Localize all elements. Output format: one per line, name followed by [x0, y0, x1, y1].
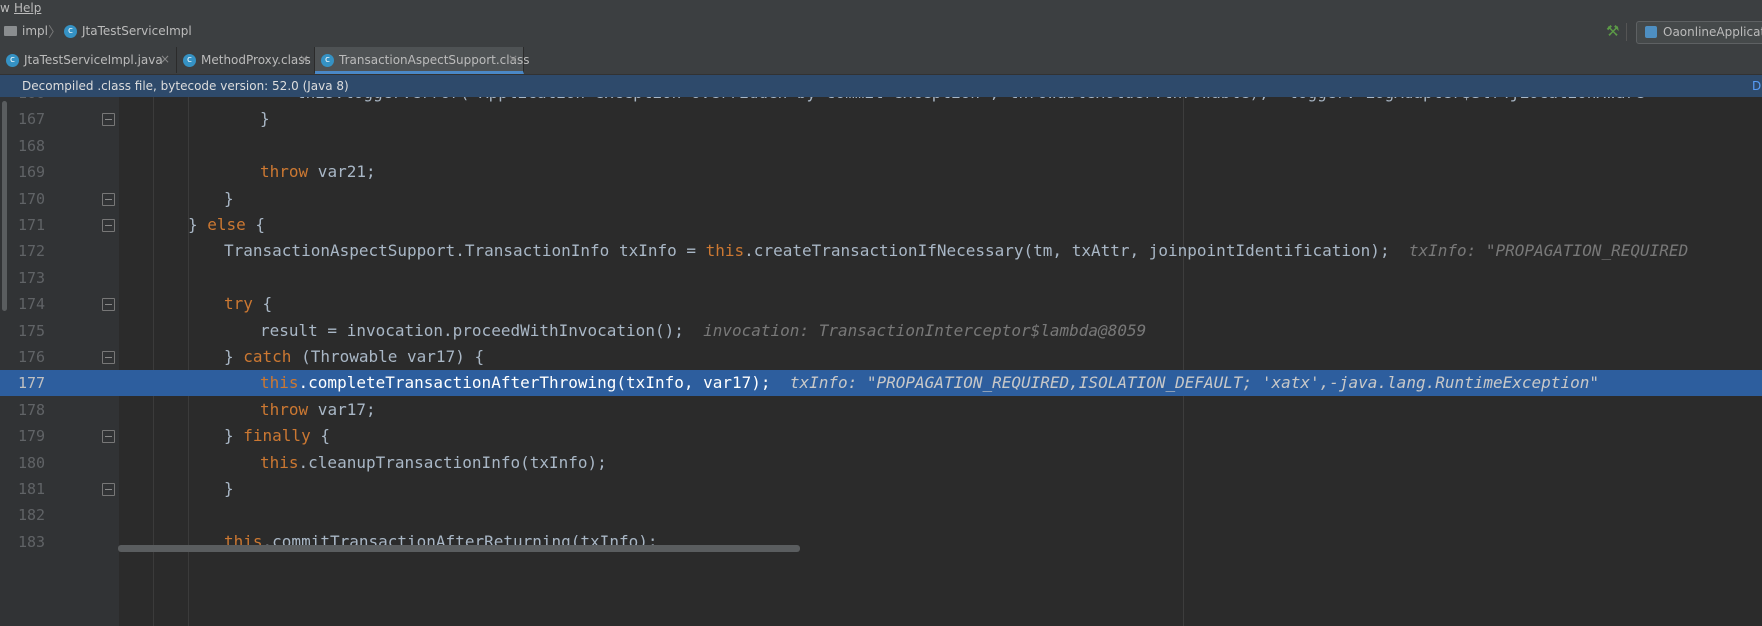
tab-label: TransactionAspectSupport.class [339, 53, 530, 67]
keyword: try [224, 294, 253, 314]
line-number: 179 [18, 427, 46, 446]
code-line[interactable]: 171 } else { [0, 212, 1762, 238]
fold-marker-icon[interactable] [102, 298, 115, 312]
code-line[interactable]: 176 } catch (Throwable var17) { [0, 344, 1762, 370]
breadcrumb-separator-icon: 〉 [48, 25, 62, 41]
fold-marker-icon[interactable] [102, 219, 115, 232]
line-number: 178 [18, 400, 46, 419]
keyword: this [260, 373, 299, 393]
line-number: 182 [18, 506, 46, 525]
code-text: throw var21; [260, 162, 376, 182]
line-number: 167 [18, 110, 46, 129]
line-number: 180 [18, 453, 46, 472]
close-icon[interactable]: × [160, 52, 170, 66]
code-text: this.logger.error("Application exception… [296, 97, 1645, 102]
keyword: throw [260, 162, 309, 182]
code-line[interactable]: 166 this.logger.error("Application except… [0, 97, 1762, 106]
line-number: 183 [18, 532, 46, 551]
tab-methodproxy[interactable]: c MethodProxy.class × [177, 47, 315, 73]
line-number: 172 [18, 242, 46, 261]
fold-marker-icon[interactable] [102, 430, 115, 444]
code-line[interactable]: 181} [0, 476, 1762, 502]
line-number: 171 [18, 216, 46, 234]
line-number: 173 [18, 268, 46, 287]
class-icon: c [64, 25, 77, 38]
banner-link[interactable]: D [1752, 79, 1761, 93]
inline-debug-value: invocation: TransactionInterceptor$lambd… [683, 320, 1147, 340]
menu-bar: w Help [0, 0, 1762, 17]
banner-text: Decompiled .class file, bytecode version… [22, 79, 349, 93]
keyword: this [705, 241, 745, 261]
code-text: } [224, 188, 234, 208]
fold-marker-icon[interactable] [102, 113, 115, 127]
line-number: 174 [18, 295, 46, 314]
fold-marker-icon[interactable] [102, 351, 115, 364]
code-text: throw var17; [260, 399, 376, 419]
breadcrumb-class[interactable]: JtaTestServiceImpl [82, 24, 192, 38]
code-text: this.completeTransactionAfterThrowing(tx… [260, 373, 1599, 393]
class-icon: c [321, 54, 334, 67]
menu-item-help[interactable]: Help [14, 1, 41, 15]
keyword: this [260, 452, 299, 472]
line-number: 168 [18, 136, 46, 155]
code-line[interactable]: 178 throw var17; [0, 397, 1762, 423]
code-line[interactable]: 177 this.completeTransactionAfterThrowing… [0, 370, 1762, 397]
line-number: 166 [18, 97, 48, 102]
code-line[interactable]: 173 [0, 265, 1762, 291]
code-line[interactable]: 179 } finally { [0, 423, 1762, 449]
code-line[interactable]: 167} [0, 106, 1762, 132]
code-line[interactable]: 182 [0, 502, 1762, 528]
tab-jtatestserviceimpl[interactable]: c JtaTestServiceImpl.java × [0, 47, 177, 73]
run-configuration-label: OaonlineApplicati [1663, 25, 1762, 39]
code-line[interactable]: 175 result = invocation.proceedWithInvoca… [0, 318, 1762, 344]
keyword: catch [243, 347, 292, 366]
breadcrumb-impl[interactable]: impl [22, 24, 48, 38]
line-number: 175 [18, 321, 46, 340]
line-number: 170 [18, 189, 46, 208]
code-text: this.cleanupTransactionInfo(txInfo); [260, 452, 607, 472]
code-text: TransactionAspectSupport.TransactionInfo… [224, 241, 1689, 261]
code-text: } [260, 109, 270, 129]
close-icon[interactable]: × [508, 52, 518, 66]
menu-item-partial[interactable]: w [0, 1, 10, 15]
inline-debug-value: txInfo: "PROPAGATION_REQUIRED,ISOLATION_… [770, 373, 1599, 393]
keyword: else [207, 215, 246, 234]
code-line[interactable]: 168 [0, 133, 1762, 159]
line-number: 169 [18, 163, 46, 182]
code-text: try { [224, 294, 273, 314]
keyword: throw [260, 399, 309, 419]
folder-icon [4, 26, 17, 36]
tab-label: JtaTestServiceImpl.java [24, 53, 163, 67]
code-text: } catch (Throwable var17) { [224, 347, 485, 366]
keyword: finally [243, 426, 311, 446]
run-configuration-select[interactable]: OaonlineApplicati [1636, 21, 1762, 44]
line-number: 181 [18, 480, 46, 498]
code-text: result = invocation.proceedWithInvocatio… [260, 320, 1147, 340]
fold-marker-icon[interactable] [102, 483, 115, 496]
build-hammer-icon[interactable]: ⚒ [1606, 22, 1619, 40]
inline-debug-value: txInfo: "PROPAGATION_REQUIRED [1389, 241, 1689, 261]
fold-marker-icon[interactable] [102, 192, 115, 206]
line-number: 176 [18, 348, 46, 366]
code-line[interactable]: 172 TransactionAspectSupport.TransactionI… [0, 238, 1762, 264]
code-line[interactable]: 170} [0, 186, 1762, 212]
horizontal-scrollbar-thumb[interactable] [118, 545, 800, 552]
code-text: } else { [188, 215, 266, 234]
code-line[interactable]: 180 this.cleanupTransactionInfo(txInfo); [0, 450, 1762, 476]
toolbar-divider [1626, 23, 1627, 41]
navigation-bar: impl 〉 c JtaTestServiceImpl ⚒ OaonlineAp… [0, 17, 1762, 48]
class-icon: c [6, 54, 19, 67]
tab-transactionaspectsupport[interactable]: c TransactionAspectSupport.class × [315, 47, 529, 74]
code-text: } finally { [224, 426, 330, 446]
code-line[interactable]: 169 throw var21; [0, 159, 1762, 185]
code-line[interactable]: 174 try { [0, 291, 1762, 317]
editor-tabs: c JtaTestServiceImpl.java × c MethodProx… [0, 47, 1762, 75]
close-icon[interactable]: × [299, 52, 309, 66]
class-icon: c [183, 54, 196, 67]
spring-boot-icon [1645, 26, 1657, 38]
tab-label: MethodProxy.class [201, 53, 311, 67]
line-number: 177 [18, 374, 46, 393]
decompiled-banner: Decompiled .class file, bytecode version… [0, 75, 1762, 97]
code-text: } [224, 479, 234, 498]
